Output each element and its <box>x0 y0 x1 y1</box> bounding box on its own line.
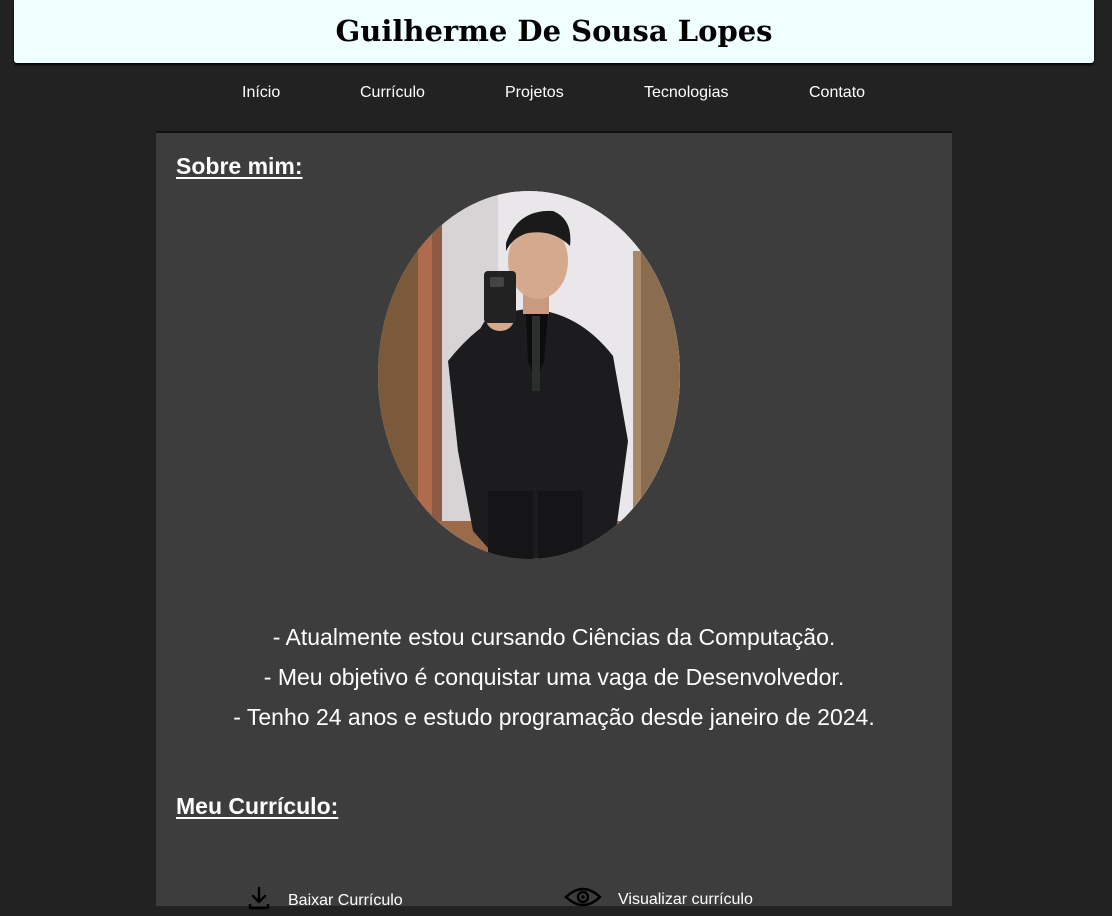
about-line: - Atualmente estou cursando Ciências da … <box>272 624 836 650</box>
resume-actions: Baixar Currículo Visualizar currículo <box>156 885 952 915</box>
main-nav: Início Currículo Projetos Tecnologias Co… <box>0 78 1112 108</box>
download-resume-button[interactable]: Baixar Currículo <box>246 885 403 916</box>
portrait-photo-icon <box>378 191 680 559</box>
download-icon <box>246 885 272 916</box>
nav-link-projetos[interactable]: Projetos <box>505 84 564 102</box>
eye-icon <box>564 885 602 914</box>
about-line: - Meu objetivo é conquistar uma vaga de … <box>263 664 845 690</box>
nav-link-curriculo[interactable]: Currículo <box>360 84 425 102</box>
nav-link-tecnologias[interactable]: Tecnologias <box>644 84 729 102</box>
nav-link-inicio[interactable]: Início <box>242 84 280 102</box>
profile-photo <box>378 191 680 559</box>
download-resume-label: Baixar Currículo <box>288 891 403 909</box>
about-line: - Tenho 24 anos e estudo programação des… <box>233 704 875 730</box>
nav-link-contato[interactable]: Contato <box>809 84 865 102</box>
site-header: Guilherme De Sousa Lopes <box>14 0 1094 63</box>
view-resume-button[interactable]: Visualizar currículo <box>564 885 753 914</box>
about-text: - Atualmente estou cursando Ciências da … <box>156 617 952 737</box>
main-content: Sobre mim: - Atualmente estou cursando C… <box>156 131 952 910</box>
about-heading: Sobre mim: <box>176 153 303 179</box>
resume-heading: Meu Currículo: <box>176 793 339 819</box>
site-title: Guilherme De Sousa Lopes <box>335 13 773 48</box>
